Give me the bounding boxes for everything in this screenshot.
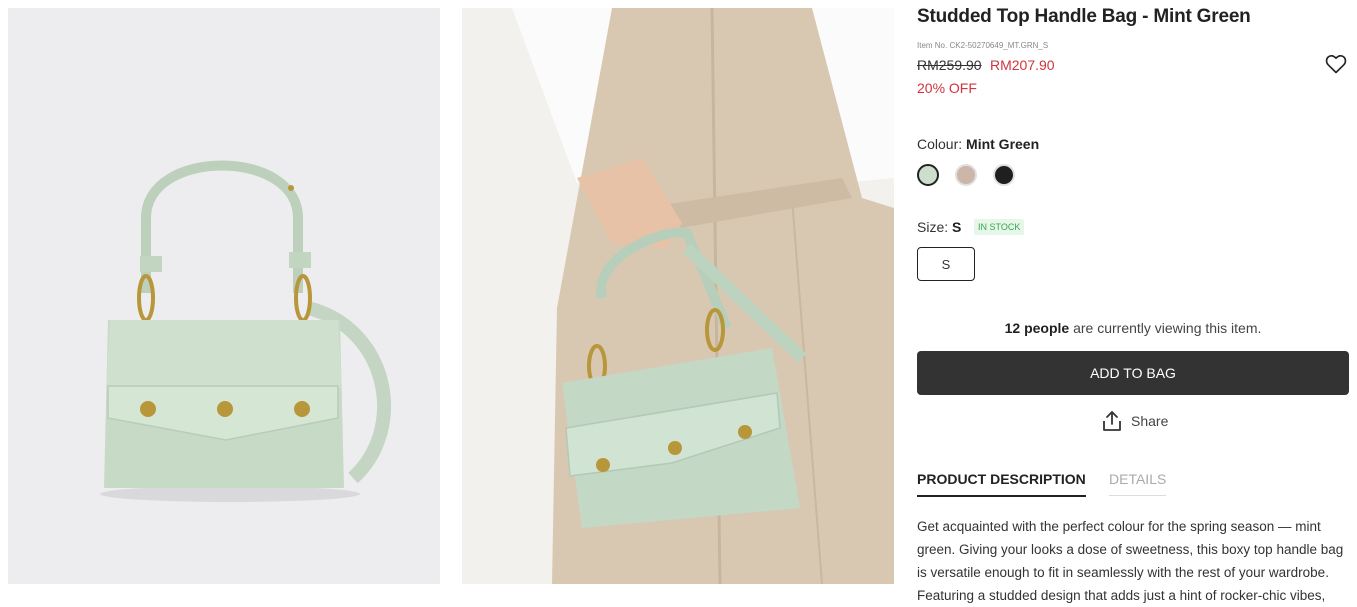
description-line: is versatile enough to fit in seamlessly…	[917, 565, 1329, 580]
colour-swatch-taupe[interactable]	[955, 164, 977, 186]
size-label: Size: S	[917, 219, 961, 235]
product-image-front[interactable]	[8, 8, 440, 584]
size-option-s[interactable]: S	[917, 247, 975, 281]
share-button[interactable]: Share	[1101, 410, 1168, 432]
description-line: green. Giving your looks a dose of sweet…	[917, 542, 1344, 557]
discount-label: 20% OFF	[917, 80, 977, 96]
colour-swatch-mint-green[interactable]	[917, 164, 939, 186]
selected-colour: Mint Green	[966, 136, 1040, 152]
tab-product-description[interactable]: PRODUCT DESCRIPTION	[917, 471, 1086, 497]
product-title: Studded Top Handle Bag - Mint Green	[917, 6, 1251, 27]
viewers-notice: 12 people are currently viewing this ite…	[917, 320, 1349, 336]
product-image-model[interactable]	[462, 8, 894, 584]
add-to-bag-button[interactable]: ADD TO BAG	[917, 351, 1349, 395]
bag-model-illustration	[462, 8, 894, 584]
item-number: Item No. CK2-50270649_MT.GRN_S	[917, 41, 1049, 50]
colour-swatch-black[interactable]	[993, 164, 1015, 186]
bag-front-illustration	[100, 160, 391, 502]
original-price: RM259.90	[917, 57, 982, 73]
tab-details[interactable]: DETAILS	[1109, 471, 1167, 496]
share-label: Share	[1131, 413, 1169, 429]
viewers-text: are currently viewing this item.	[1069, 320, 1262, 336]
viewers-count: 12 people	[1004, 320, 1070, 336]
stock-badge: IN STOCK	[974, 219, 1025, 235]
description-line: Get acquainted with the perfect colour f…	[917, 519, 1321, 534]
colour-label-text: Colour:	[917, 136, 967, 152]
size-label-text: Size:	[917, 219, 953, 235]
selected-size: S	[952, 219, 962, 235]
description-line: Featuring a studded design that adds jus…	[917, 588, 1326, 603]
colour-label: Colour: Mint Green	[917, 136, 1039, 152]
product-description-text: Get acquainted with the perfect colour f…	[917, 515, 1349, 607]
wishlist-heart-icon[interactable]	[1324, 52, 1348, 76]
sale-price: RM207.90	[990, 57, 1055, 73]
share-icon	[1103, 411, 1121, 431]
